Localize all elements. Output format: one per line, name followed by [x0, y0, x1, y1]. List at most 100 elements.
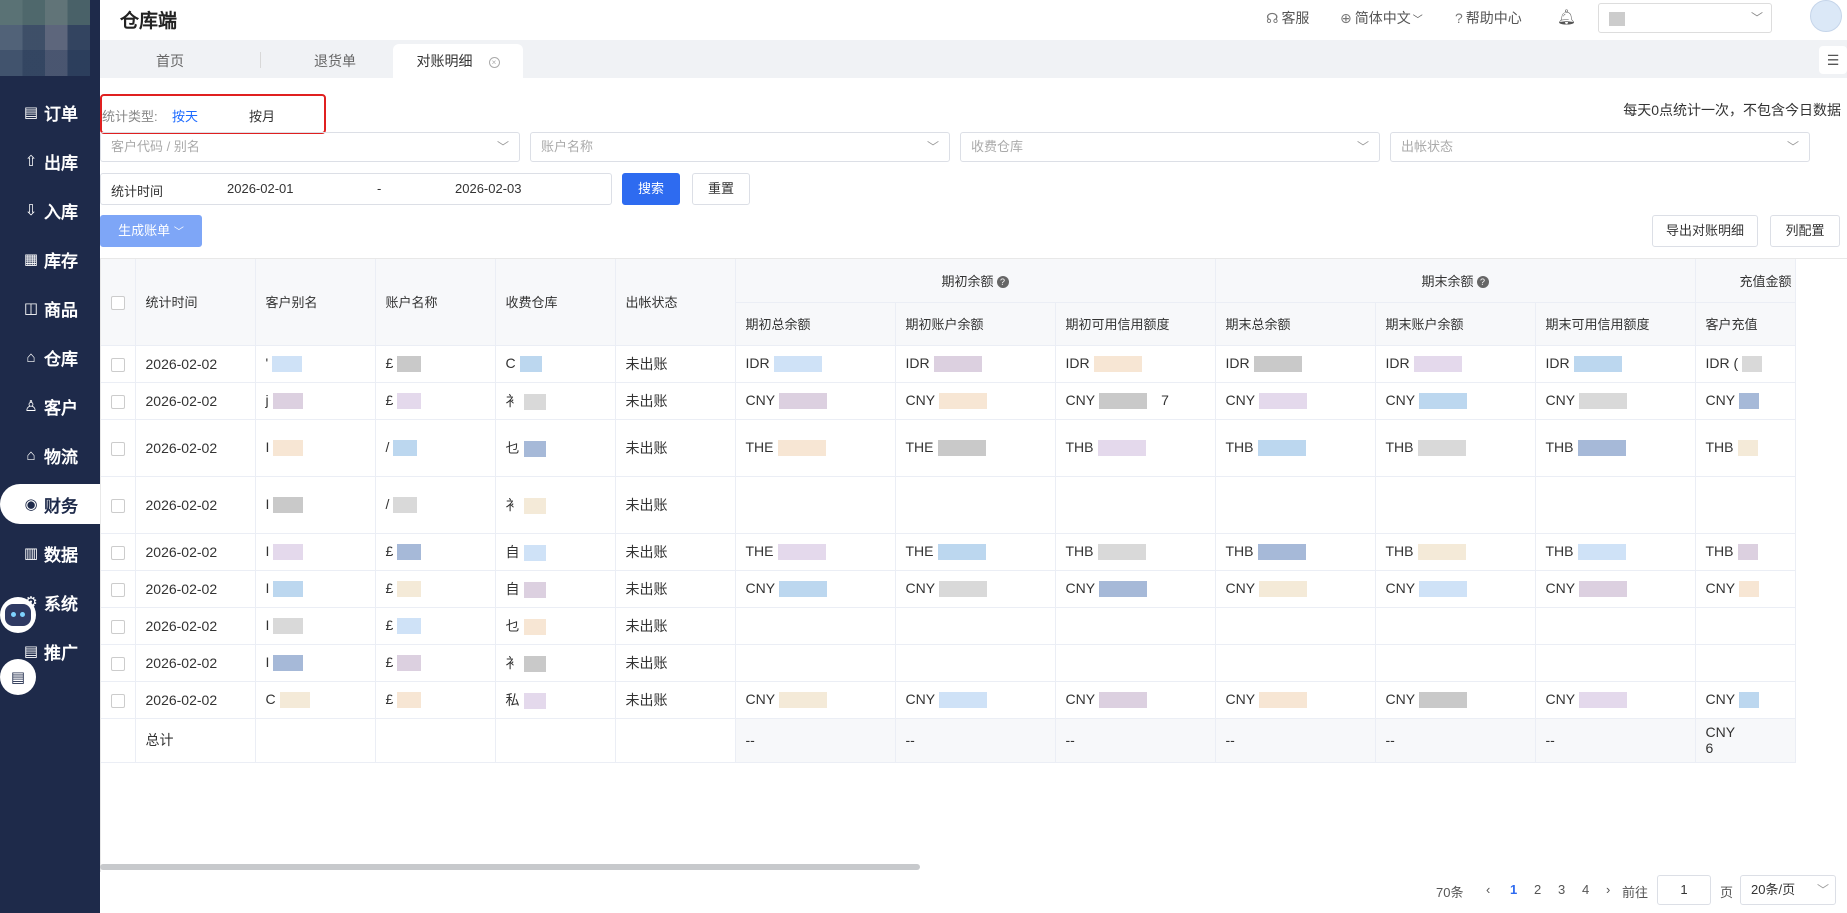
redacted-value: [1739, 581, 1760, 598]
select-all-checkbox[interactable]: [110, 295, 125, 310]
cell-c1-text: THE: [745, 542, 774, 559]
sidebar-item-2[interactable]: ⇩ 入库: [0, 190, 100, 230]
tab-reconciliation[interactable]: 对账明细 ×: [393, 44, 523, 78]
sidebar-item-4[interactable]: ◫ 商品: [0, 288, 100, 328]
page-2[interactable]: 2: [1534, 882, 1541, 897]
export-button[interactable]: 导出对账明细: [1652, 215, 1758, 247]
cell-c1-text: CNY: [745, 391, 776, 408]
sidebar-item-label: 客户: [44, 398, 78, 418]
page-1[interactable]: 1: [1510, 882, 1517, 897]
table-row[interactable]: 2026-02-02 I £ 自 未出账 CNY CNY CNY CNY CNY CNY CNY: [101, 570, 1796, 608]
row-checkbox[interactable]: [110, 441, 125, 456]
sidebar-item-label: 物流: [44, 447, 78, 467]
col-open-credit: 期初可用信用额度: [1055, 302, 1216, 346]
table-row[interactable]: 2026-02-02 j £ 衤 未出账 CNY CNY CNY 7 CNY CNY CNY CNY: [101, 382, 1796, 420]
row-checkbox[interactable]: [110, 656, 125, 671]
redacted-value: [397, 356, 422, 373]
cell-c7: CNY: [1695, 681, 1796, 719]
table-row[interactable]: 2026-02-02 I / 衤 未出账: [101, 476, 1796, 534]
customer-service-link[interactable]: ☊ 客服: [1266, 8, 1309, 28]
prev-page-icon[interactable]: ‹: [1486, 882, 1490, 897]
cell-c5: IDR: [1375, 345, 1536, 383]
page-size-select[interactable]: 20条/页 ﹀: [1740, 875, 1836, 905]
cell-account: /: [375, 419, 496, 477]
total-empty-cell: [101, 718, 136, 763]
stat-type-month-option[interactable]: 按月: [249, 106, 275, 125]
cell-c5: CNY: [1375, 570, 1536, 608]
close-icon[interactable]: ×: [488, 56, 500, 68]
search-button[interactable]: 搜索: [622, 173, 680, 205]
cell-warehouse: C: [495, 345, 616, 383]
date-start-input[interactable]: 2026-02-01: [227, 181, 294, 196]
sidebar-item-7[interactable]: ⌂ 物流: [0, 435, 100, 475]
redacted-value: [779, 393, 828, 410]
sidebar-item-9[interactable]: ▥ 数据: [0, 533, 100, 573]
column-config-button[interactable]: 列配置: [1770, 215, 1840, 247]
cell-alias-text: j: [265, 391, 269, 408]
row-checkbox[interactable]: [110, 357, 125, 372]
cell-c5-text: CNY: [1385, 391, 1416, 408]
sidebar-item-8[interactable]: ◉ 财务: [0, 484, 100, 524]
notes-button[interactable]: ▤: [0, 659, 36, 695]
row-checkbox[interactable]: [110, 394, 125, 409]
help-center-link[interactable]: ? 帮助中心: [1455, 8, 1522, 28]
tab-home[interactable]: 首页: [100, 44, 240, 78]
page-4[interactable]: 4: [1582, 882, 1589, 897]
cell-c2: IDR: [895, 345, 1056, 383]
row-checkbox[interactable]: [110, 619, 125, 634]
row-checkbox[interactable]: [110, 498, 125, 513]
date-end-input[interactable]: 2026-02-03: [455, 181, 522, 196]
tab-returns-label: 退货单: [314, 53, 356, 69]
notification-bell[interactable]: 🔔︎: [1557, 8, 1576, 26]
question-icon[interactable]: ?: [1476, 276, 1489, 289]
assistant-bot-button[interactable]: [0, 597, 36, 633]
logistics-icon: ⌂: [26, 446, 36, 464]
sidebar-item-0[interactable]: ▤ 订单: [0, 92, 100, 132]
generate-bill-button[interactable]: 生成账单 ﹀: [100, 215, 202, 247]
sidebar-item-label: 库存: [44, 251, 78, 271]
table-row[interactable]: 2026-02-02 I / 乜 未出账 THE THE THB THB THB THB THB: [101, 419, 1796, 477]
stat-type-day-option[interactable]: 按天: [172, 106, 198, 125]
table-row[interactable]: 2026-02-02 I £ 衤 未出账: [101, 644, 1796, 682]
redacted-value: [1259, 581, 1308, 598]
horizontal-scrollbar[interactable]: [100, 864, 920, 870]
next-page-icon[interactable]: ›: [1606, 882, 1610, 897]
date-range-picker[interactable]: 统计时间 2026-02-01 - 2026-02-03: [100, 173, 612, 205]
page-unit-label: 页: [1720, 885, 1734, 900]
account-select[interactable]: 账户名称 ﹀: [530, 132, 950, 162]
avatar[interactable]: [1810, 0, 1842, 32]
row-checkbox[interactable]: [110, 582, 125, 597]
sidebar-item-6[interactable]: ♙ 客户: [0, 386, 100, 426]
table-row[interactable]: 2026-02-02 I £ 自 未出账 THE THE THB THB THB THB THB: [101, 533, 1796, 571]
redacted-value: [1579, 393, 1628, 410]
tabs-menu-button[interactable]: ☰: [1819, 46, 1847, 74]
reset-button[interactable]: 重置: [692, 173, 750, 205]
redacted-value: [937, 440, 986, 457]
row-checkbox[interactable]: [110, 545, 125, 560]
cell-c6-text: THB: [1545, 438, 1574, 455]
redacted-value: [272, 356, 303, 373]
table-row[interactable]: 2026-02-02 C £ 私 未出账 CNY CNY CNY CNY CNY CNY CNY: [101, 681, 1796, 719]
redacted-value: [273, 655, 304, 672]
table-row[interactable]: 2026-02-02 I £ 乜 未出账: [101, 607, 1796, 645]
language-selector[interactable]: ⊕ 简体中文 ﹀: [1340, 8, 1423, 28]
main-content: 统计类型: 按天 按月 每天0点统计一次，不包含今日数据 客户代码 / 别名 ﹀ …: [100, 78, 1847, 913]
cell-date-text: 2026-02-02: [145, 691, 218, 708]
status-select-placeholder: 出帐状态: [1401, 139, 1454, 154]
cell-c2: THE: [895, 533, 1056, 571]
customer-select[interactable]: 客户代码 / 别名 ﹀: [100, 132, 520, 162]
status-select[interactable]: 出帐状态 ﹀: [1390, 132, 1810, 162]
question-icon[interactable]: ?: [996, 276, 1009, 289]
row-checkbox[interactable]: [110, 693, 125, 708]
sidebar-item-5[interactable]: ⌂ 仓库: [0, 337, 100, 377]
goto-page-input[interactable]: 1: [1657, 875, 1711, 905]
cell-c3: CNY: [1055, 570, 1216, 608]
warehouse-select[interactable]: 收费仓库 ﹀: [960, 132, 1380, 162]
sidebar-item-1[interactable]: ⇧ 出库: [0, 141, 100, 181]
sidebar-item-3[interactable]: ▦ 库存: [0, 239, 100, 279]
tab-returns[interactable]: 退货单: [260, 44, 410, 78]
cell-alias: I: [255, 644, 376, 682]
page-3[interactable]: 3: [1558, 882, 1565, 897]
user-select[interactable]: ﹀: [1598, 3, 1772, 33]
table-row[interactable]: 2026-02-02 ' £ C 未出账 IDR IDR IDR IDR IDR IDR IDR (: [101, 345, 1796, 383]
